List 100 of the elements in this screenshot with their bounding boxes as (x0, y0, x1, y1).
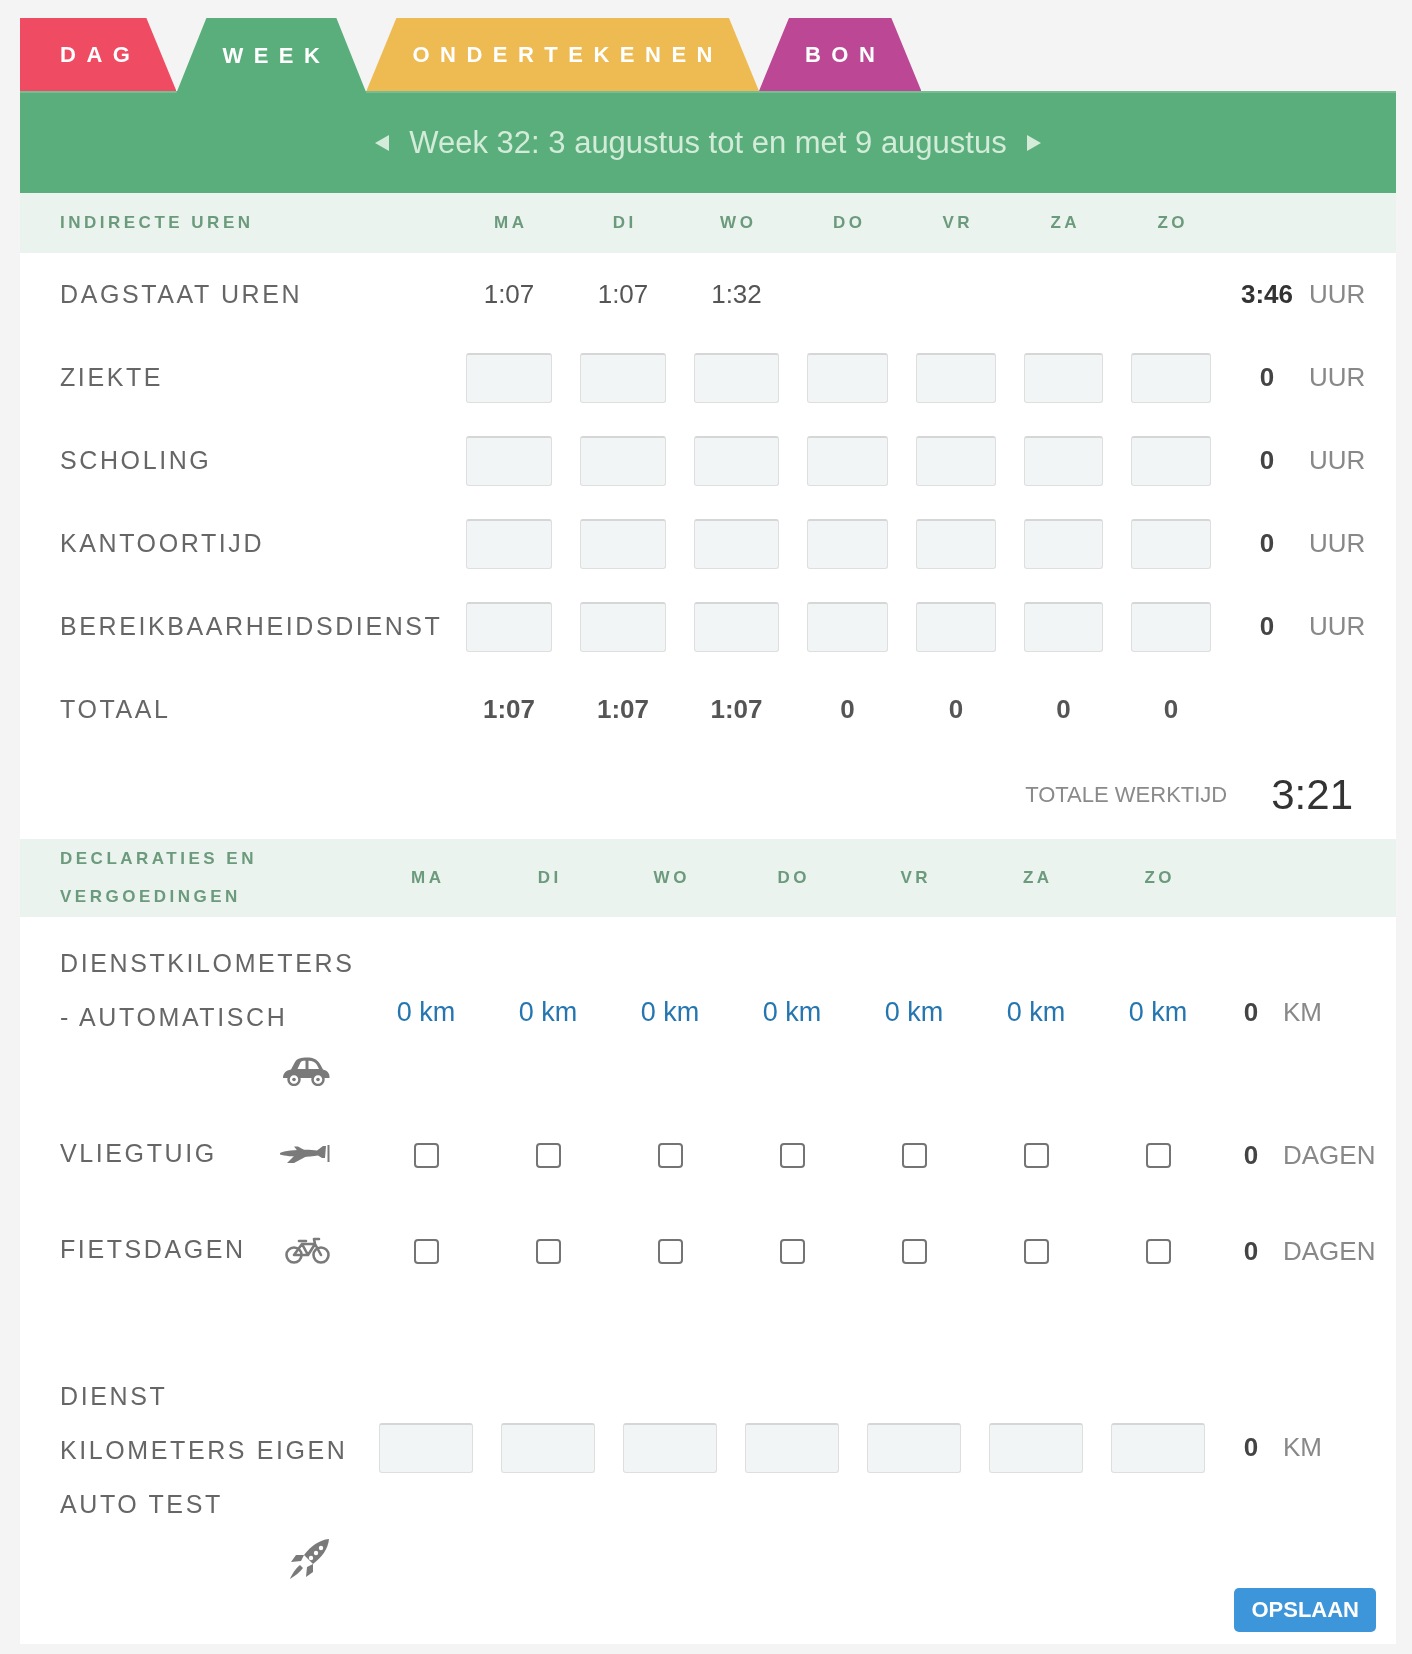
row-total: 0 (1243, 1139, 1259, 1171)
row-total: 3:46 (1240, 279, 1293, 310)
row-label: BEREIKBAARHEIDSDIENST (60, 612, 443, 641)
hour-input-field[interactable] (1024, 518, 1103, 569)
hour-input-field[interactable] (807, 352, 888, 403)
distance-value: 0 km (1006, 996, 1066, 1028)
checkbox[interactable] (779, 1142, 805, 1168)
day-heading: WO (652, 868, 690, 888)
hour-input-field[interactable] (694, 518, 779, 569)
day-total: 1:07 (482, 694, 535, 725)
checkbox[interactable] (901, 1142, 927, 1168)
hour-input-field[interactable] (1024, 352, 1103, 403)
hour-input-field[interactable] (916, 601, 996, 652)
week-title: Week 32: 3 augustus tot en met 9 augustus (409, 125, 1007, 161)
day-heading: VR (899, 868, 932, 888)
day-heading: MA (410, 868, 445, 888)
checkbox[interactable] (535, 1238, 561, 1264)
checkbox[interactable] (1023, 1142, 1049, 1168)
hour-input-field[interactable] (580, 435, 666, 486)
distance-input-field[interactable] (989, 1423, 1083, 1473)
hour-input-field[interactable] (807, 518, 888, 569)
tab[interactable]: DAG (20, 18, 177, 91)
distance-input-field[interactable] (1111, 1423, 1205, 1473)
hour-input-field[interactable] (1131, 601, 1211, 652)
distance-input-field[interactable] (867, 1423, 961, 1473)
total-worktime-value: 3:21 (1271, 771, 1353, 819)
previous-week-button[interactable] (375, 135, 390, 151)
day-heading: ZA (1049, 213, 1081, 233)
tab[interactable]: BON (758, 18, 922, 91)
row-label: DIENSTKILOMETERS - AUTOMATISCH (60, 949, 355, 1031)
hour-input-field[interactable] (916, 352, 996, 403)
hour-input-field[interactable] (1131, 352, 1211, 403)
checkbox[interactable] (901, 1238, 927, 1264)
next-week-button[interactable] (1026, 135, 1041, 151)
hour-value: 1:07 (483, 279, 535, 310)
hour-input-field[interactable] (694, 352, 779, 403)
triangle-left-icon (375, 135, 390, 151)
unit-label: KM (1283, 1431, 1323, 1464)
bicycle-icon (285, 1235, 330, 1264)
row-total: 0 (1259, 362, 1275, 393)
distance-value: 0 km (762, 996, 822, 1028)
hour-input-field[interactable] (694, 601, 779, 652)
checkbox[interactable] (1023, 1238, 1049, 1264)
hour-input-field[interactable] (580, 601, 666, 652)
hour-input-field[interactable] (807, 601, 888, 652)
checkbox[interactable] (657, 1142, 683, 1168)
checkbox[interactable] (657, 1238, 683, 1264)
day-heading: DO (832, 213, 866, 233)
hour-input-field[interactable] (466, 435, 552, 486)
unit-label: UUR (1309, 279, 1367, 310)
checkbox[interactable] (413, 1238, 439, 1264)
unit-label: DAGEN (1283, 1139, 1377, 1171)
row-total: 0 (1259, 445, 1275, 476)
hour-input-field[interactable] (580, 352, 666, 403)
unit-label: UUR (1309, 528, 1367, 559)
row-label: TOTAAL (60, 695, 171, 724)
distance-value: 0 km (1128, 996, 1188, 1028)
hour-input-field[interactable] (466, 352, 552, 403)
tab[interactable]: WEEK (176, 18, 367, 93)
row-label: VLIEGTUIG (60, 1139, 217, 1167)
hour-input-field[interactable] (916, 435, 996, 486)
hour-input-field[interactable] (466, 518, 552, 569)
hour-input-field[interactable] (1024, 435, 1103, 486)
row-total: 0 (1243, 996, 1259, 1028)
hour-input-field[interactable] (1024, 601, 1103, 652)
day-heading: ZA (1021, 868, 1053, 888)
day-heading: DI (611, 213, 637, 233)
triangle-right-icon (1026, 135, 1041, 151)
total-worktime-label: TOTALE WERKTIJD (1025, 782, 1228, 808)
day-total: 0 (840, 694, 855, 725)
checkbox[interactable] (413, 1142, 439, 1168)
row-label: ZIEKTE (60, 363, 164, 392)
hour-input-field[interactable] (916, 518, 996, 569)
row-label: SCHOLING (60, 446, 212, 475)
row-label: DAGSTAAT UREN (60, 280, 303, 309)
section-heading: DECLARATIES EN VERGOEDINGEN (60, 848, 258, 908)
checkbox[interactable] (535, 1142, 561, 1168)
distance-input-field[interactable] (379, 1423, 473, 1473)
tab[interactable]: ONDERTEKENEN (366, 18, 759, 91)
hour-value: 1:32 (711, 279, 762, 310)
hour-value: 1:07 (597, 279, 649, 310)
hour-input-field[interactable] (1131, 518, 1211, 569)
save-button[interactable]: OPSLAAN (1234, 1587, 1376, 1632)
hour-input-field[interactable] (807, 435, 888, 486)
hour-input-field[interactable] (466, 601, 552, 652)
day-total: 1:07 (710, 694, 763, 725)
unit-label: KM (1283, 996, 1323, 1028)
checkbox[interactable] (779, 1238, 805, 1264)
row-total: 0 (1243, 1235, 1259, 1267)
distance-input-field[interactable] (501, 1423, 595, 1473)
unit-label: UUR (1309, 362, 1367, 393)
hour-input-field[interactable] (580, 518, 666, 569)
day-heading: DO (776, 868, 810, 888)
hour-input-field[interactable] (694, 435, 779, 486)
checkbox[interactable] (1145, 1142, 1171, 1168)
checkbox[interactable] (1145, 1238, 1171, 1264)
distance-input-field[interactable] (745, 1423, 839, 1473)
hour-input-field[interactable] (1131, 435, 1211, 486)
day-heading: ZO (1143, 868, 1176, 888)
distance-input-field[interactable] (623, 1423, 717, 1473)
